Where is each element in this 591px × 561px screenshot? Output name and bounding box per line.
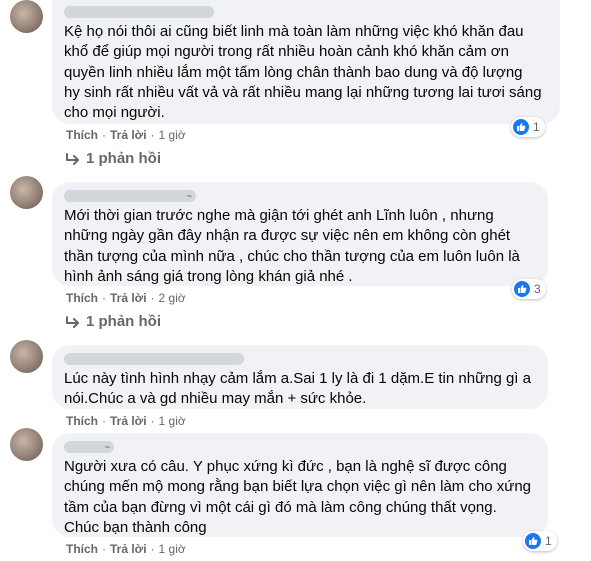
reply-arrow-icon [66, 152, 79, 165]
avatar[interactable] [10, 176, 43, 209]
commenter-name[interactable] [64, 6, 214, 18]
commenter-name[interactable]: ~ [64, 190, 196, 202]
like-link[interactable]: Thích [66, 414, 98, 428]
commenter-name[interactable] [64, 353, 244, 365]
comment-time[interactable]: 2 giờ [159, 291, 186, 305]
reaction-count[interactable]: 1 [523, 531, 557, 551]
reply-link[interactable]: Trả lời [110, 542, 147, 556]
view-replies-link[interactable]: 1 phản hồi [66, 313, 161, 330]
reply-link[interactable]: Trả lời [110, 414, 147, 428]
comment-bubble: Lúc này tình hình nhạy cảm lắm a.Sai 1 l… [52, 345, 548, 409]
comment-time[interactable]: 1 giờ [159, 128, 186, 142]
comment-time[interactable]: 1 giờ [159, 542, 186, 556]
comment-actions: Thích · Trả lời · 1 giờ [66, 128, 186, 142]
comment-bubble: Kệ họ nói thôi ai cũng biết linh mà toàn… [52, 0, 560, 124]
commenter-name[interactable]: ~ [64, 441, 114, 453]
comment-text: Người xưa có câu. Y phục xứng kì đức , b… [64, 458, 532, 536]
comment-bubble: ~ Mới thời gian trước nghe mà giận tới g… [52, 182, 548, 286]
like-reaction-icon [513, 119, 529, 135]
like-link[interactable]: Thích [66, 542, 98, 556]
comment-text: Mới thời gian trước nghe mà giận tới ghé… [64, 207, 520, 285]
comment-actions: Thích · Trả lời · 2 giờ [66, 291, 186, 305]
avatar[interactable] [10, 428, 43, 461]
avatar[interactable] [10, 340, 43, 373]
like-reaction-icon [525, 533, 541, 549]
reply-link[interactable]: Trả lời [110, 128, 147, 142]
comment-text: Lúc này tình hình nhạy cảm lắm a.Sai 1 l… [64, 370, 531, 408]
reply-link[interactable]: Trả lời [110, 291, 147, 305]
reaction-count[interactable]: 3 [512, 279, 546, 299]
comment-bubble: ~ Người xưa có câu. Y phục xứng kì đức ,… [52, 433, 548, 537]
view-replies-link[interactable]: 1 phản hồi [66, 150, 161, 167]
reply-arrow-icon [66, 315, 79, 328]
avatar[interactable] [10, 0, 43, 33]
comment-text: Kệ họ nói thôi ai cũng biết linh mà toàn… [64, 23, 542, 122]
like-reaction-icon [514, 281, 530, 297]
comment-time[interactable]: 1 giờ [159, 414, 186, 428]
comment-actions: Thích · Trả lời · 1 giờ [66, 542, 186, 556]
reaction-count[interactable]: 1 [511, 117, 545, 137]
like-link[interactable]: Thích [66, 291, 98, 305]
like-link[interactable]: Thích [66, 128, 98, 142]
comment-actions: Thích · Trả lời · 1 giờ [66, 414, 186, 428]
